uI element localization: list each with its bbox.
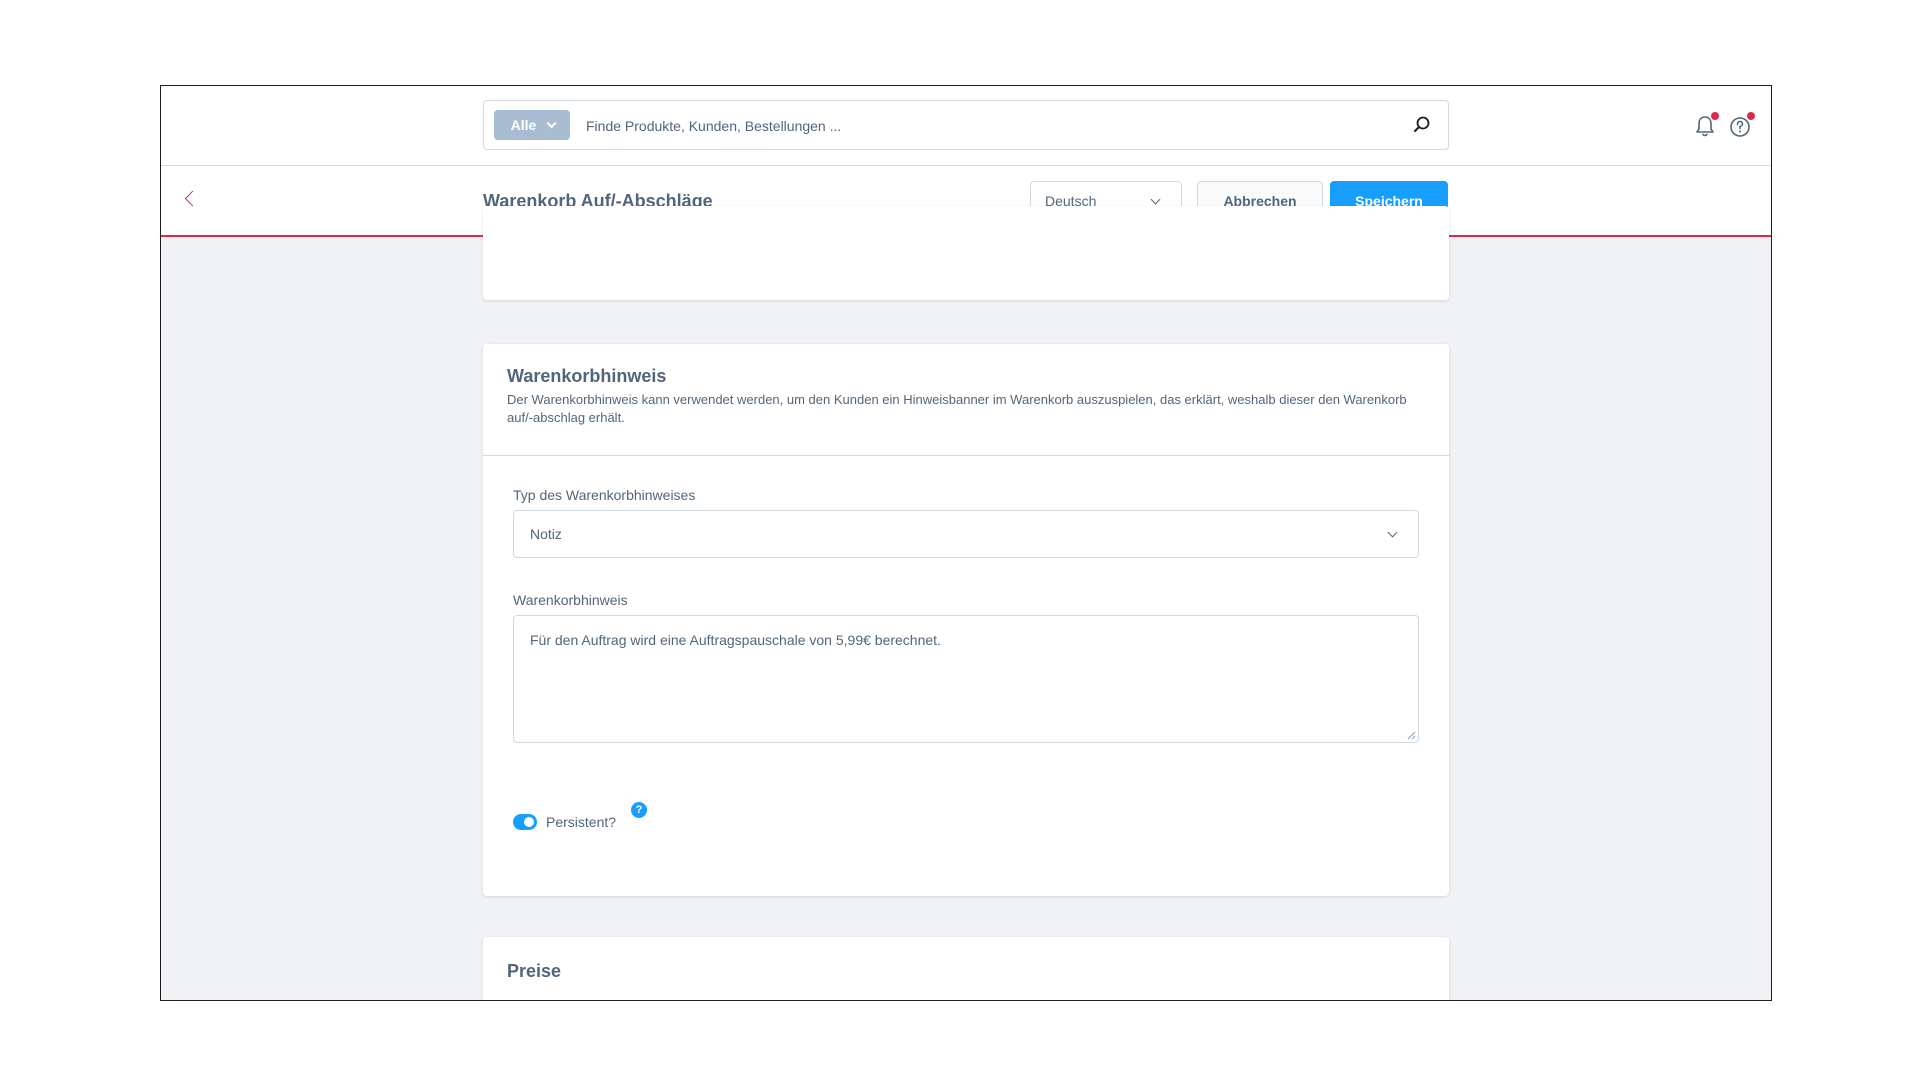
cart-notice-card: Warenkorbhinweis Der Warenkorbhinweis ka… — [483, 344, 1449, 896]
app-window: Alle Finde Produkte, Kunden, Bestellunge… — [160, 85, 1772, 1001]
chevron-down-icon — [1387, 527, 1398, 538]
notice-textarea[interactable]: Für den Auftrag wird eine Auftragspausch… — [513, 615, 1419, 743]
notice-type-select[interactable]: Notiz — [513, 510, 1419, 558]
persistent-label: Persistent? — [546, 814, 617, 830]
global-search[interactable]: Alle Finde Produkte, Kunden, Bestellunge… — [483, 100, 1449, 150]
card-header: Warenkorbhinweis Der Warenkorbhinweis ka… — [483, 344, 1449, 456]
top-bar: Alle Finde Produkte, Kunden, Bestellunge… — [161, 86, 1771, 166]
card-title: Warenkorbhinweis — [507, 366, 667, 386]
search-type-dropdown[interactable]: Alle — [494, 110, 570, 140]
chevron-down-icon — [1150, 194, 1161, 205]
notifications-button[interactable] — [1691, 112, 1719, 140]
previous-card — [483, 206, 1449, 300]
prices-card: Preise — [483, 937, 1449, 1000]
back-arrow-icon[interactable] — [179, 188, 203, 212]
help-tooltip-icon[interactable]: ? — [631, 802, 647, 818]
search-input[interactable]: Finde Produkte, Kunden, Bestellungen ... — [586, 118, 841, 134]
help-button[interactable] — [1727, 112, 1755, 140]
card-description: Der Warenkorbhinweis kann verwendet werd… — [507, 392, 1407, 425]
search-type-label: Alle — [510, 117, 537, 133]
notice-text-label: Warenkorbhinweis — [513, 592, 628, 608]
notice-type-label: Typ des Warenkorbhinweises — [513, 487, 696, 503]
notice-type-value: Notiz — [530, 526, 562, 542]
chevron-down-icon — [547, 117, 557, 128]
search-icon[interactable] — [1412, 115, 1432, 135]
prices-title: Preise — [507, 961, 562, 981]
resize-handle-icon[interactable] — [1406, 730, 1416, 740]
notification-dot — [1711, 112, 1719, 120]
help-dot — [1747, 112, 1755, 120]
persistent-toggle[interactable] — [513, 814, 537, 830]
notice-text-value: Für den Auftrag wird eine Auftragspausch… — [530, 632, 941, 648]
